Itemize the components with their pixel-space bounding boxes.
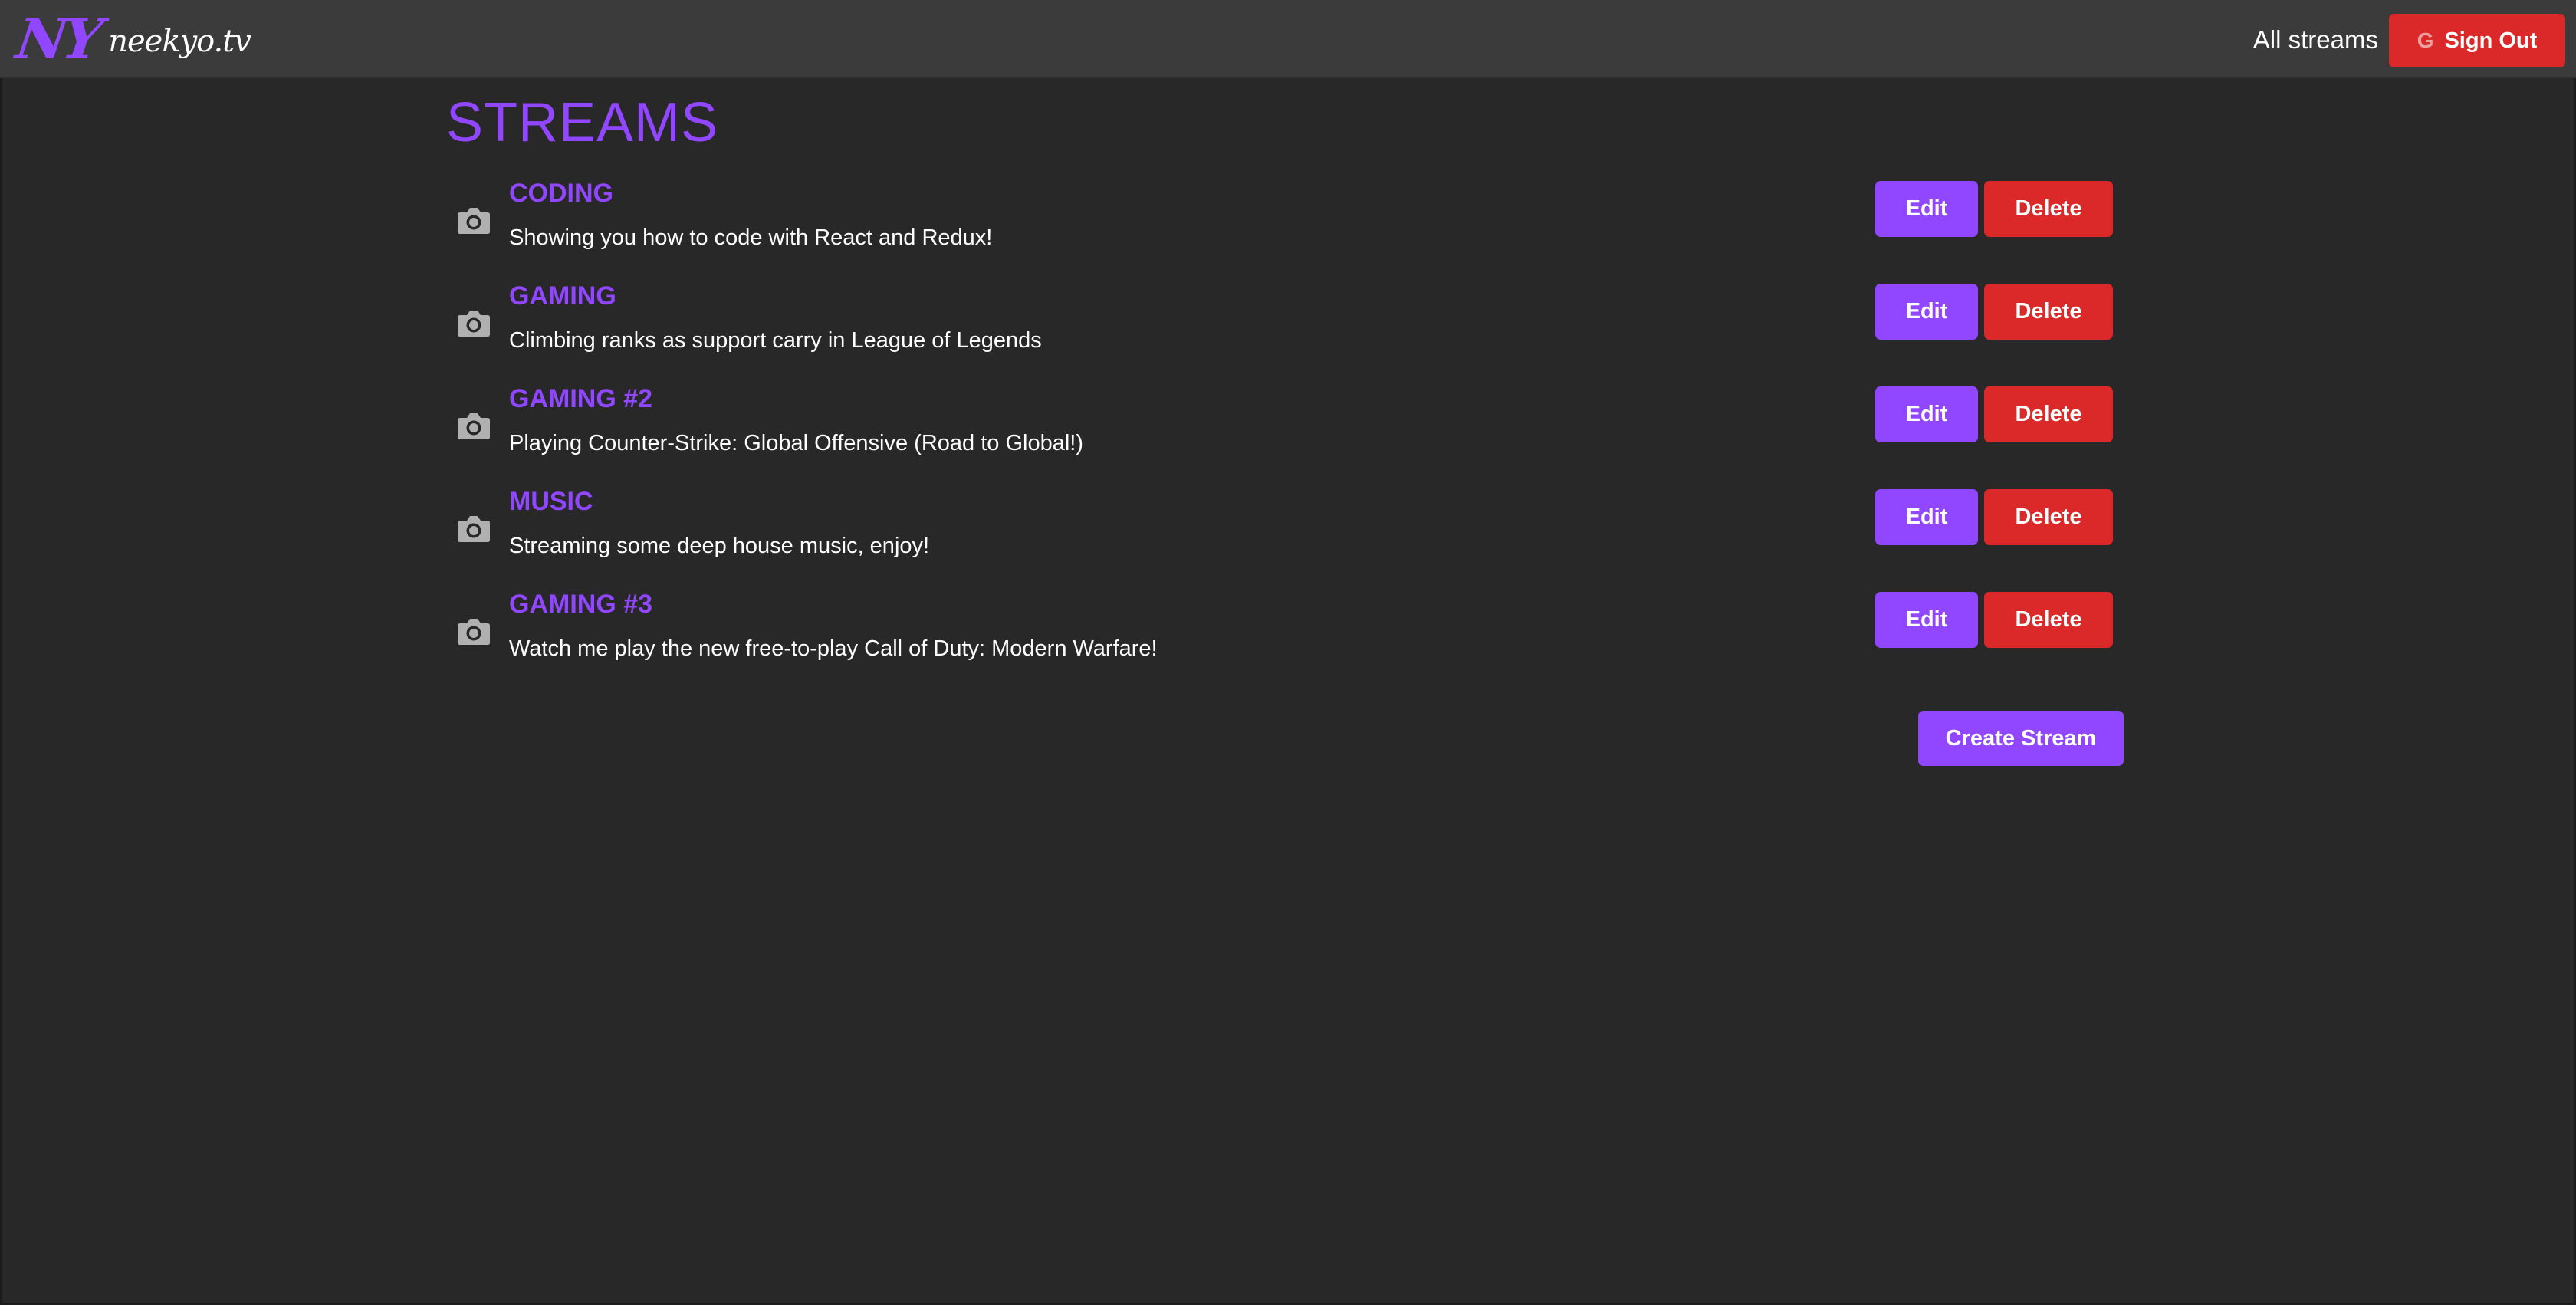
camera-icon xyxy=(458,619,490,645)
sign-out-label: Sign Out xyxy=(2444,28,2538,53)
delete-button[interactable]: Delete xyxy=(1984,181,2113,237)
brand-mark: NY xyxy=(12,6,103,71)
list-item: CODING Showing you how to code with Reac… xyxy=(446,176,2116,279)
list-item: GAMING #3 Watch me play the new free-to-… xyxy=(446,587,2116,690)
list-item: GAMING #2 Playing Counter-Strike: Global… xyxy=(446,382,2116,485)
brand-logo-link[interactable]: NY neekyo.tv xyxy=(12,6,251,72)
top-navbar: NY neekyo.tv All streams G Sign Out xyxy=(0,0,2576,78)
list-item: GAMING Climbing ranks as support carry i… xyxy=(446,279,2116,382)
delete-button[interactable]: Delete xyxy=(1984,489,2113,545)
camera-icon xyxy=(458,311,490,337)
edit-button[interactable]: Edit xyxy=(1875,181,1978,237)
delete-button[interactable]: Delete xyxy=(1984,284,2113,340)
sign-out-button[interactable]: G Sign Out xyxy=(2389,14,2565,67)
edit-button[interactable]: Edit xyxy=(1875,284,1978,340)
delete-button[interactable]: Delete xyxy=(1984,592,2113,648)
stream-description: Streaming some deep house music, enjoy! xyxy=(509,534,930,558)
edit-button[interactable]: Edit xyxy=(1875,592,1978,648)
stream-list: CODING Showing you how to code with Reac… xyxy=(446,176,2116,690)
create-stream-button[interactable]: Create Stream xyxy=(1918,711,2124,766)
all-streams-link[interactable]: All streams xyxy=(2253,23,2378,57)
brand-name: neekyo.tv xyxy=(108,24,251,59)
delete-button[interactable]: Delete xyxy=(1984,386,2113,442)
edit-button[interactable]: Edit xyxy=(1875,386,1978,442)
camera-icon xyxy=(458,413,490,439)
page-title: STREAMS xyxy=(446,92,719,153)
stream-description: Showing you how to code with React and R… xyxy=(509,225,993,250)
stream-title[interactable]: GAMING xyxy=(509,279,616,313)
stream-description: Climbing ranks as support carry in Leagu… xyxy=(509,328,1042,353)
edit-button[interactable]: Edit xyxy=(1875,489,1978,545)
google-icon: G xyxy=(2417,28,2434,52)
stream-title[interactable]: GAMING #2 xyxy=(509,382,652,416)
stream-description: Watch me play the new free-to-play Call … xyxy=(509,636,1158,661)
camera-icon xyxy=(458,516,490,542)
stream-title[interactable]: GAMING #3 xyxy=(509,587,652,621)
stream-description: Playing Counter-Strike: Global Offensive… xyxy=(509,431,1083,455)
list-item: MUSIC Streaming some deep house music, e… xyxy=(446,485,2116,587)
stream-title[interactable]: MUSIC xyxy=(509,485,593,518)
camera-icon xyxy=(458,208,490,234)
stream-title[interactable]: CODING xyxy=(509,176,613,210)
